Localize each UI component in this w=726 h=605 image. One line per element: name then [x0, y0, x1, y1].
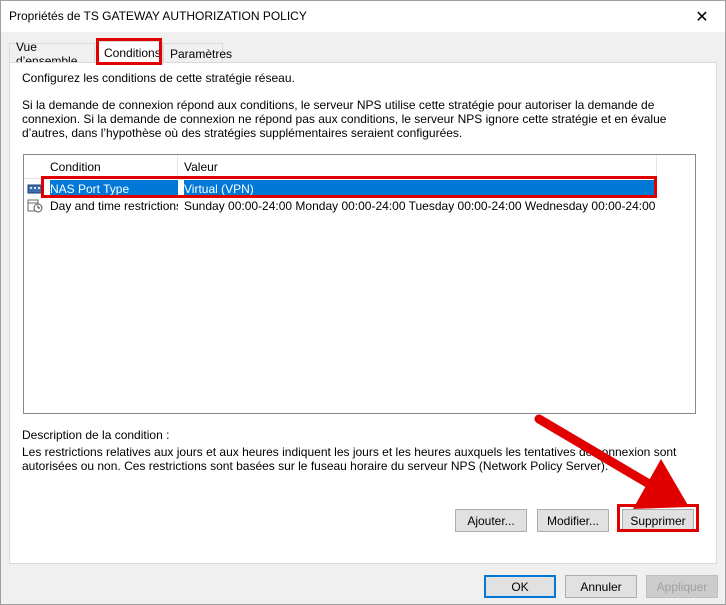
list-row-day-time[interactable]: Day and time restrictions Sunday 00:00-2… [24, 197, 657, 214]
cell-value: Sunday 00:00-24:00 Monday 00:00-24:00 Tu… [184, 198, 657, 213]
network-icon [27, 180, 43, 197]
add-button[interactable]: Ajouter... [455, 509, 527, 532]
cell-value: Virtual (VPN) [184, 180, 657, 197]
description-label: Description de la condition : [22, 428, 170, 442]
close-button[interactable]: ✕ [679, 1, 725, 32]
cell-condition: NAS Port Type [50, 180, 178, 197]
list-row-nas-port-type[interactable]: NAS Port Type Virtual (VPN) [24, 180, 657, 197]
explain-text: Si la demande de connexion répond aux co… [22, 98, 667, 140]
tab-settings[interactable]: Paramètres [163, 43, 232, 63]
cell-condition: Day and time restrictions [50, 198, 178, 213]
window-title: Propriétés de TS GATEWAY AUTHORIZATION P… [9, 9, 307, 23]
tab-overview[interactable]: Vue d’ensemble [9, 40, 95, 68]
column-header-condition[interactable]: Condition [44, 155, 178, 179]
pointer-arrow [534, 414, 689, 509]
column-header-value[interactable]: Valeur [178, 155, 657, 179]
title-bar: Propriétés de TS GATEWAY AUTHORIZATION P… [1, 1, 725, 32]
properties-dialog: Propriétés de TS GATEWAY AUTHORIZATION P… [0, 0, 726, 605]
ok-button[interactable]: OK [484, 575, 556, 598]
cancel-button[interactable]: Annuler [565, 575, 637, 598]
intro-text: Configurez les conditions de cette strat… [22, 71, 295, 85]
tab-conditions[interactable]: Conditions [97, 41, 163, 64]
clock-icon [27, 197, 43, 214]
list-header: Condition Valeur [24, 155, 657, 179]
apply-button: Appliquer [646, 575, 718, 598]
conditions-list[interactable]: Condition Valeur NAS Port Type Virtual (… [23, 154, 696, 414]
